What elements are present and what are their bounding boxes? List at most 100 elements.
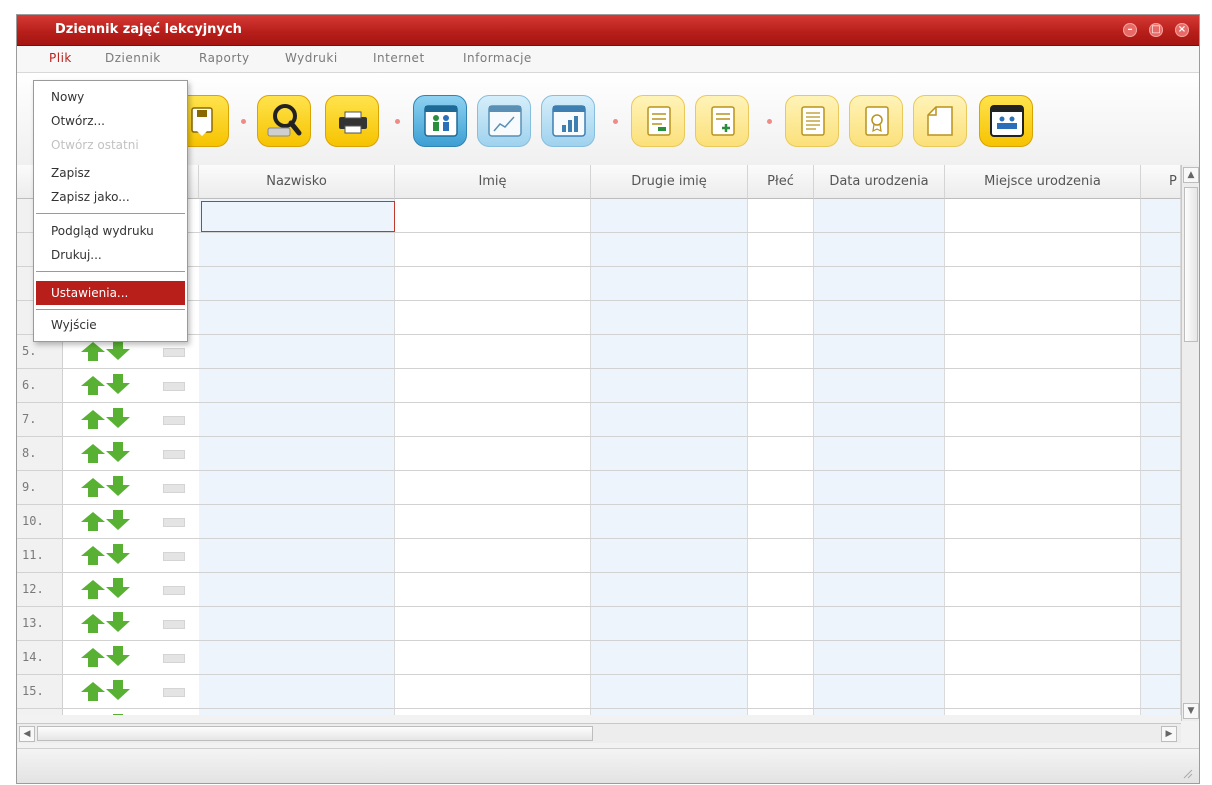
cell-imie[interactable] [395, 709, 591, 715]
cell-plec[interactable] [748, 641, 814, 674]
menu-item-drukuj[interactable]: Drukuj... [34, 243, 187, 267]
menu-item-podglad-wydruku[interactable]: Podgląd wydruku [34, 219, 187, 243]
cell-nazwisko[interactable] [199, 437, 395, 470]
cell-plec[interactable] [748, 437, 814, 470]
cell-imie[interactable] [395, 233, 591, 266]
move-down-arrow-icon[interactable] [106, 680, 130, 700]
cell-next[interactable] [1141, 267, 1181, 300]
column-header-miejsce-urodzenia[interactable]: Miejsce urodzenia [945, 165, 1141, 199]
cell-nazwisko[interactable] [199, 471, 395, 504]
row-handle-icon[interactable] [163, 450, 185, 459]
cell-data-urodzenia[interactable] [814, 539, 945, 572]
cell-data-urodzenia[interactable] [814, 505, 945, 538]
cell-data-urodzenia[interactable] [814, 199, 945, 232]
row-handle-icon[interactable] [163, 654, 185, 663]
cell-miejsce-urodzenia[interactable] [945, 267, 1141, 300]
cell-miejsce-urodzenia[interactable] [945, 335, 1141, 368]
cell-nazwisko[interactable] [199, 505, 395, 538]
move-up-arrow-icon[interactable] [81, 376, 105, 395]
menu-plik[interactable]: Plik [49, 51, 72, 65]
cell-imie[interactable] [395, 539, 591, 572]
cell-data-urodzenia[interactable] [814, 573, 945, 606]
resize-grip-icon[interactable] [1181, 767, 1193, 779]
vertical-scrollbar[interactable]: ▲ ▼ [1181, 165, 1199, 721]
table-row[interactable]: 14. [17, 641, 1181, 675]
move-up-arrow-icon[interactable] [81, 444, 105, 463]
classroom-button[interactable] [979, 95, 1033, 147]
row-handle-icon[interactable] [163, 620, 185, 629]
cell-nazwisko[interactable] [199, 675, 395, 708]
cell-imie[interactable] [395, 471, 591, 504]
cell-next[interactable] [1141, 369, 1181, 402]
cell-next[interactable] [1141, 199, 1181, 232]
move-down-arrow-icon[interactable] [106, 510, 130, 530]
cell-drugie-imie[interactable] [591, 369, 748, 402]
table-row[interactable]: 6. [17, 369, 1181, 403]
document-list-button[interactable] [631, 95, 685, 147]
cell-nazwisko[interactable] [199, 709, 395, 715]
cell-drugie-imie[interactable] [591, 403, 748, 436]
cell-drugie-imie[interactable] [591, 233, 748, 266]
row-handle-icon[interactable] [163, 518, 185, 527]
blank-page-button[interactable] [913, 95, 967, 147]
menu-item-ustawienia[interactable]: Ustawienia... [36, 281, 185, 305]
print-button[interactable] [325, 95, 379, 147]
move-up-arrow-icon[interactable] [81, 478, 105, 497]
cell-plec[interactable] [748, 301, 814, 334]
cell-drugie-imie[interactable] [591, 335, 748, 368]
cell-next[interactable] [1141, 471, 1181, 504]
menu-raporty[interactable]: Raporty [199, 51, 250, 65]
row-handle-icon[interactable] [163, 348, 185, 357]
move-down-arrow-icon[interactable] [106, 476, 130, 496]
cell-nazwisko[interactable] [199, 335, 395, 368]
close-button[interactable]: × [1175, 23, 1189, 37]
scroll-left-button[interactable]: ◀ [19, 726, 35, 742]
cell-data-urodzenia[interactable] [814, 335, 945, 368]
cell-miejsce-urodzenia[interactable] [945, 199, 1141, 232]
students-button[interactable] [413, 95, 467, 147]
cell-drugie-imie[interactable] [591, 709, 748, 715]
column-header-next[interactable]: P [1141, 165, 1181, 199]
cell-data-urodzenia[interactable] [814, 471, 945, 504]
column-header-drugie-imie[interactable]: Drugie imię [591, 165, 748, 199]
move-down-arrow-icon[interactable] [106, 646, 130, 666]
column-header-data-urodzenia[interactable]: Data urodzenia [814, 165, 945, 199]
cell-data-urodzenia[interactable] [814, 641, 945, 674]
scroll-down-button[interactable]: ▼ [1183, 703, 1199, 719]
move-down-arrow-icon[interactable] [106, 578, 130, 598]
cell-plec[interactable] [748, 233, 814, 266]
cell-imie[interactable] [395, 607, 591, 640]
cell-miejsce-urodzenia[interactable] [945, 505, 1141, 538]
document-add-button[interactable] [695, 95, 749, 147]
cell-plec[interactable] [748, 369, 814, 402]
move-up-arrow-icon[interactable] [81, 342, 105, 361]
cell-drugie-imie[interactable] [591, 641, 748, 674]
cell-data-urodzenia[interactable] [814, 403, 945, 436]
move-down-arrow-icon[interactable] [106, 612, 130, 632]
cell-miejsce-urodzenia[interactable] [945, 539, 1141, 572]
cell-nazwisko[interactable] [199, 369, 395, 402]
cell-imie[interactable] [395, 675, 591, 708]
cell-imie[interactable] [395, 403, 591, 436]
cell-plec[interactable] [748, 403, 814, 436]
move-up-arrow-icon[interactable] [81, 410, 105, 429]
cell-imie[interactable] [395, 505, 591, 538]
horizontal-scrollbar[interactable]: ◀ ▶ [17, 723, 1181, 743]
cell-drugie-imie[interactable] [591, 199, 748, 232]
cell-plec[interactable] [748, 709, 814, 715]
cell-plec[interactable] [748, 573, 814, 606]
cell-nazwisko[interactable] [199, 573, 395, 606]
selected-cell-nazwisko[interactable] [201, 201, 395, 232]
move-up-arrow-icon[interactable] [81, 682, 105, 701]
cell-data-urodzenia[interactable] [814, 709, 945, 715]
notes-button[interactable] [785, 95, 839, 147]
column-header-imie[interactable]: Imię [395, 165, 591, 199]
table-row[interactable]: 12. [17, 573, 1181, 607]
cell-next[interactable] [1141, 335, 1181, 368]
cell-drugie-imie[interactable] [591, 573, 748, 606]
row-handle-icon[interactable] [163, 586, 185, 595]
cell-drugie-imie[interactable] [591, 471, 748, 504]
cell-next[interactable] [1141, 675, 1181, 708]
cell-plec[interactable] [748, 539, 814, 572]
move-down-arrow-icon[interactable] [106, 374, 130, 394]
